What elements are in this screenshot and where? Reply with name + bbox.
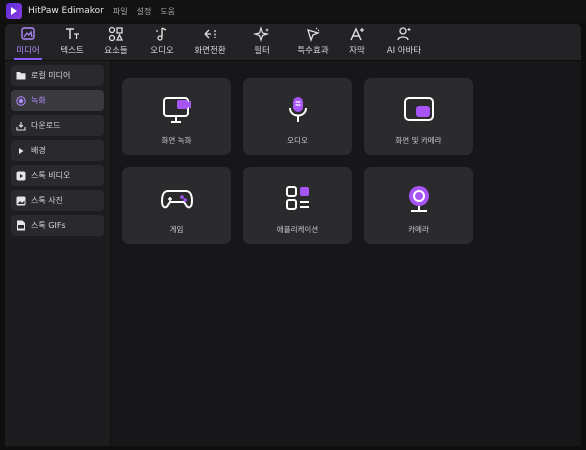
media-sidebar: 로컬 미디어 녹화 다운로드 배경 스톡 비디오 스톡 사진 스톡 GIFs	[5, 61, 110, 446]
tab-transitions[interactable]: 화면전환	[190, 24, 230, 60]
elements-icon	[108, 26, 124, 42]
card-label: 애플리케이션	[276, 225, 319, 234]
sidebar-item-background[interactable]: 배경	[11, 140, 104, 161]
card-camera[interactable]: 카메라	[364, 167, 473, 244]
recording-options-panel: 화면 녹화 오디오 화면 및 카메라 게임 애플리케이션 카메라	[111, 61, 581, 446]
tab-elements[interactable]: 요소들	[99, 24, 133, 60]
tab-label: 요소들	[104, 46, 128, 56]
card-screen-record[interactable]: 화면 녹화	[122, 78, 231, 155]
tab-label: 화면전환	[194, 46, 226, 56]
tab-effects[interactable]: 특수효과	[292, 24, 334, 60]
transition-icon	[204, 29, 216, 39]
tab-media[interactable]: 미디어	[11, 24, 45, 60]
play-triangle-icon	[16, 146, 26, 156]
tab-text[interactable]: 텍스트	[55, 24, 89, 60]
tab-filter[interactable]: 필터	[245, 24, 279, 60]
sidebar-item-stock-gifs[interactable]: 스톡 GIFs	[11, 215, 104, 236]
sidebar-item-record[interactable]: 녹화	[11, 90, 104, 111]
card-game[interactable]: 게임	[122, 167, 231, 244]
effects-icon	[307, 27, 320, 42]
subtitle-icon	[350, 27, 364, 41]
screen-record-icon	[162, 97, 191, 123]
tab-label: 미디어	[16, 46, 40, 56]
text-icon	[66, 28, 79, 39]
sidebar-item-stock-video[interactable]: 스톡 비디오	[11, 165, 104, 186]
tab-label: 텍스트	[60, 46, 84, 56]
screen-camera-icon	[403, 97, 434, 121]
card-label: 화면 및 카메라	[395, 136, 442, 145]
media-icon	[21, 27, 35, 40]
folder-icon	[16, 71, 26, 81]
tab-label: 자막	[349, 46, 365, 56]
microphone-icon	[288, 97, 307, 122]
sidebar-item-label: 스톡 GIFs	[31, 221, 66, 230]
tab-label: 필터	[254, 46, 270, 56]
tab-subtitles[interactable]: 자막	[340, 24, 374, 60]
tab-label: 오디오	[150, 46, 174, 56]
card-audio[interactable]: 오디오	[243, 78, 352, 155]
ai-avatar-icon	[397, 27, 411, 41]
category-tabs: 미디어 텍스트 요소들 오디오 화면전환 필터 특수효과 자막 AI 아바타	[5, 24, 581, 60]
tab-audio[interactable]: 오디오	[145, 24, 179, 60]
gamepad-icon	[160, 190, 193, 209]
card-label: 게임	[169, 225, 184, 234]
menu-file[interactable]: 파일	[113, 6, 128, 17]
sidebar-item-download[interactable]: 다운로드	[11, 115, 104, 136]
card-application[interactable]: 애플리케이션	[243, 167, 352, 244]
audio-icon	[156, 27, 167, 41]
apps-icon	[285, 186, 309, 210]
app-title: HitPaw Edimakor	[28, 6, 104, 16]
tab-ai-avatar[interactable]: AI 아바타	[382, 24, 426, 60]
download-icon	[16, 121, 26, 131]
record-icon	[16, 95, 26, 106]
gif-icon	[16, 220, 26, 231]
sidebar-item-stock-photo[interactable]: 스톡 사진	[11, 190, 104, 211]
card-label: 오디오	[287, 136, 308, 145]
card-screen-and-camera[interactable]: 화면 및 카메라	[364, 78, 473, 155]
image-icon	[16, 196, 26, 206]
title-bar: HitPaw Edimakor 파일 설정 도움	[0, 0, 586, 22]
video-play-icon	[16, 171, 26, 181]
menu-help[interactable]: 도움	[160, 6, 175, 17]
filter-icon	[253, 26, 270, 42]
sidebar-item-label: 로컬 미디어	[31, 71, 71, 80]
tab-label: AI 아바타	[386, 46, 422, 56]
app-logo-icon	[6, 3, 22, 19]
tab-label: 특수효과	[297, 46, 329, 56]
sidebar-item-label: 스톡 비디오	[31, 171, 71, 180]
menu-settings[interactable]: 설정	[137, 6, 152, 17]
sidebar-item-label: 배경	[31, 146, 46, 155]
card-label: 화면 녹화	[161, 136, 192, 145]
sidebar-item-label: 다운로드	[31, 121, 61, 130]
sidebar-item-label: 스톡 사진	[31, 196, 63, 205]
sidebar-item-local-media[interactable]: 로컬 미디어	[11, 65, 104, 86]
card-label: 카메라	[408, 225, 429, 234]
sidebar-item-label: 녹화	[31, 96, 46, 105]
webcam-icon	[408, 186, 429, 212]
